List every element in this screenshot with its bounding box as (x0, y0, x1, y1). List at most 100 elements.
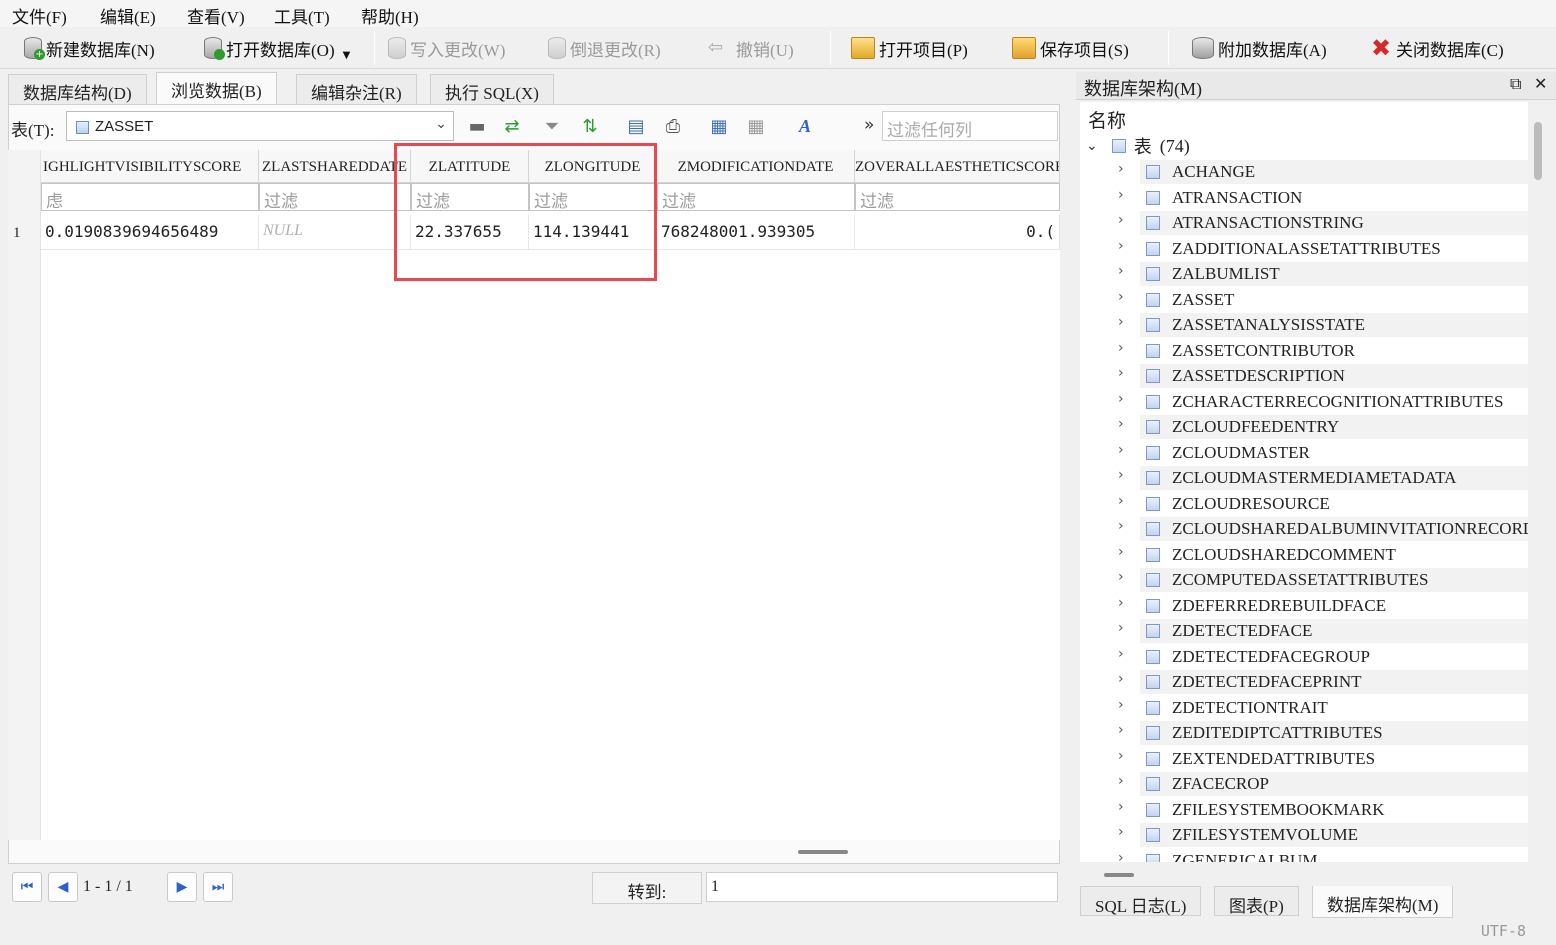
goto-input[interactable]: 1 (706, 872, 1058, 902)
chevron-right-icon[interactable]: › (1118, 850, 1124, 863)
menu-tools[interactable]: 工具(T) (274, 3, 330, 28)
tab-edit-pragmas[interactable]: 编辑杂注(R) (296, 74, 417, 104)
open-project-button[interactable]: 打开项目(P) (851, 33, 968, 63)
open-database-button[interactable]: 打开数据库(O) ▼ (204, 33, 350, 63)
last-page-icon[interactable]: ⏭ (203, 872, 233, 902)
table-cell[interactable]: 0.( (855, 215, 1060, 250)
chevron-right-icon[interactable]: › (1118, 263, 1124, 279)
column-filter-input[interactable]: 过滤 (259, 183, 411, 211)
tab-db-schema[interactable]: 数据库架构(M) (1312, 886, 1454, 918)
insert-record-icon[interactable]: ▬ (464, 113, 490, 139)
close-database-button[interactable]: ✖ 关闭数据库(C) (1370, 33, 1504, 63)
tree-item-table[interactable]: › ZASSETANALYSISSTATE (1118, 313, 1528, 337)
first-page-icon[interactable]: ⏮ (12, 872, 42, 902)
column-header-zlatitude[interactable]: ZLATITUDE (411, 150, 529, 183)
chevron-right-icon[interactable]: › (1118, 569, 1124, 585)
column-header[interactable]: ZLASTSHAREDDATE (259, 150, 411, 183)
tree-item-table[interactable]: › ACHANGE (1118, 160, 1528, 184)
chevron-right-icon[interactable]: › (1118, 697, 1124, 713)
column-header[interactable]: ZMODIFICATIONDATE (657, 150, 855, 183)
chevron-right-icon[interactable]: › (1118, 518, 1124, 534)
tree-item-table[interactable]: › ZCHARACTERRECOGNITIONATTRIBUTES (1118, 390, 1528, 414)
splitter-handle[interactable] (1104, 873, 1134, 877)
chevron-right-icon[interactable]: › (1118, 314, 1124, 330)
refresh-icon[interactable]: ⇄ (499, 113, 525, 139)
filter-any-column-input[interactable]: 过滤任何列 (882, 111, 1058, 141)
previous-page-icon[interactable]: ◀ (48, 872, 78, 902)
tab-execute-sql[interactable]: 执行 SQL(X) (430, 74, 554, 104)
chevron-right-icon[interactable]: › (1118, 799, 1124, 815)
tree-item-table[interactable]: › ZDEFERREDREBUILDFACE (1118, 594, 1528, 618)
clear-sorting-icon[interactable]: ⇅ (577, 113, 603, 139)
chevron-right-icon[interactable]: › (1118, 442, 1124, 458)
tree-item-table[interactable]: › ZDETECTEDFACE (1118, 619, 1528, 643)
tab-browse-data[interactable]: 浏览数据(B) (156, 72, 277, 104)
write-changes-button[interactable]: 写入更改(W) (388, 33, 505, 63)
chevron-right-icon[interactable]: › (1118, 595, 1124, 611)
float-panel-icon[interactable]: ⧉ (1510, 74, 1521, 94)
chevron-right-icon[interactable]: › (1118, 467, 1124, 483)
attach-database-button[interactable]: 附加数据库(A) (1192, 33, 1327, 63)
clear-filters-icon[interactable]: ⏷ (539, 113, 565, 139)
chevron-right-icon[interactable]: › (1118, 340, 1124, 356)
tree-item-table[interactable]: › ZDETECTEDFACEPRINT (1118, 670, 1528, 694)
tree-item-table[interactable]: › ZCLOUDFEEDENTRY (1118, 415, 1528, 439)
tab-sql-log[interactable]: SQL 日志(L) (1080, 886, 1202, 916)
tree-item-table[interactable]: › ZCLOUDSHAREDCOMMENT (1118, 543, 1528, 567)
tree-item-table[interactable]: › ZDETECTEDFACEGROUP (1118, 645, 1528, 669)
tree-item-table[interactable]: › ZALBUMLIST (1118, 262, 1528, 286)
tree-item-table[interactable]: › ZEDITEDIPTCATTRIBUTES (1118, 721, 1528, 745)
table-cell-latitude[interactable]: 22.337655 (411, 215, 529, 250)
tree-root-tables[interactable]: ⌄ 表 (74) (1086, 134, 1190, 158)
column-header-zlongitude[interactable]: ZLONGITUDE (529, 150, 657, 183)
undo-button[interactable]: ⇦ 撤销(U) (708, 33, 794, 63)
chevron-right-icon[interactable]: › (1118, 748, 1124, 764)
table-cell[interactable]: 0.0190839694656489 (41, 215, 259, 250)
chevron-right-icon[interactable]: › (1118, 544, 1124, 560)
splitter-handle[interactable] (798, 850, 848, 854)
chevron-right-icon[interactable]: › (1118, 620, 1124, 636)
tree-item-table[interactable]: › ZCLOUDMASTERMEDIAMETADATA (1118, 466, 1528, 490)
save-project-button[interactable]: 保存项目(S) (1012, 33, 1129, 63)
chevron-right-icon[interactable]: › (1118, 289, 1124, 305)
tree-item-table[interactable]: › ZFILESYSTEMBOOKMARK (1118, 798, 1528, 822)
tree-item-table[interactable]: › ZADDITIONALASSETATTRIBUTES (1118, 237, 1528, 261)
chevron-right-icon[interactable]: › (1118, 161, 1124, 177)
menu-file[interactable]: 文件(F) (12, 3, 67, 28)
tab-plot[interactable]: 图表(P) (1214, 886, 1299, 916)
new-database-button[interactable]: + 新建数据库(N) (24, 33, 155, 63)
chevron-right-icon[interactable]: › (1118, 773, 1124, 789)
tree-item-table[interactable]: › ZASSETCONTRIBUTOR (1118, 339, 1528, 363)
delete-record-icon[interactable]: ▦ (743, 113, 769, 139)
insert-new-record-icon[interactable]: ▦ (706, 113, 732, 139)
chevron-right-icon[interactable]: › (1118, 493, 1124, 509)
column-filter-input[interactable]: 过滤 (657, 183, 855, 211)
table-combobox[interactable]: ZASSET ⌄ (66, 111, 454, 141)
revert-changes-button[interactable]: 倒退更改(R) (548, 33, 661, 63)
tree-item-table[interactable]: › ZFACECROP (1118, 772, 1528, 796)
column-filter-input[interactable]: 过滤 (855, 183, 1060, 211)
row-number[interactable]: 1 (13, 225, 21, 242)
more-tools-icon[interactable]: » (864, 115, 874, 135)
tree-item-table[interactable]: › ZASSET (1118, 288, 1528, 312)
tree-item-table[interactable]: › ZCLOUDRESOURCE (1118, 492, 1528, 516)
table-cell-longitude[interactable]: 114.139441 (529, 215, 657, 250)
table-cell-null[interactable]: NULL (259, 215, 411, 250)
column-filter-input[interactable]: 过滤 (411, 183, 529, 211)
chevron-right-icon[interactable]: › (1118, 187, 1124, 203)
font-format-icon[interactable]: A (792, 113, 818, 139)
tree-item-table[interactable]: › ATRANSACTIONSTRING (1118, 211, 1528, 235)
column-header[interactable]: ZOVERALLAESTHETICSCORE (855, 150, 1060, 183)
tree-item-table[interactable]: › ZASSETDESCRIPTION (1118, 364, 1528, 388)
menu-help[interactable]: 帮助(H) (361, 3, 419, 28)
tree-item-table[interactable]: › ATRANSACTION (1118, 186, 1528, 210)
goto-button[interactable]: 转到: (592, 872, 702, 904)
save-results-icon[interactable]: ▤ (623, 113, 649, 139)
chevron-down-icon[interactable]: ⌄ (435, 116, 447, 132)
column-header[interactable]: IGHLIGHTVISIBILITYSCORE (41, 150, 259, 183)
chevron-right-icon[interactable]: › (1118, 365, 1124, 381)
tree-item-table[interactable]: › ZEXTENDEDATTRIBUTES (1118, 747, 1528, 771)
tree-item-table[interactable]: › ZDETECTIONTRAIT (1118, 696, 1528, 720)
chevron-right-icon[interactable]: › (1118, 671, 1124, 687)
menu-view[interactable]: 查看(V) (187, 3, 245, 28)
